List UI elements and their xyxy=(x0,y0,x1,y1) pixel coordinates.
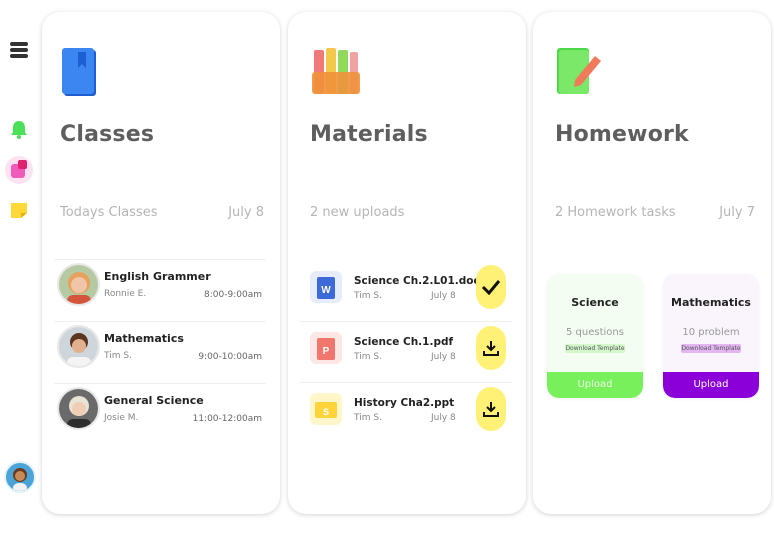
material-row[interactable]: S History Cha2.ppt Tim S. July 8 xyxy=(300,382,512,442)
svg-text:W: W xyxy=(321,285,331,296)
download-icon xyxy=(483,341,499,356)
book-icon xyxy=(62,48,96,96)
card-title: Materials xyxy=(310,122,428,147)
material-row[interactable]: W Science Ch.2.L01.doc Tim S. July 8 xyxy=(300,261,512,321)
menu-icon[interactable] xyxy=(10,42,28,58)
homework-task-card[interactable]: Mathematics 10 problem Download Template… xyxy=(663,274,759,398)
teacher-avatar xyxy=(57,387,100,430)
checkmark-button[interactable] xyxy=(476,265,506,309)
materials-card: Materials 2 new uploads W Science Ch.2.L… xyxy=(288,12,526,514)
homework-task-card[interactable]: Science 5 questions Download Template Up… xyxy=(547,274,643,398)
word-doc-icon: W xyxy=(310,271,342,303)
card-subtitle: Todays Classes July 8 xyxy=(60,205,264,220)
checkmark-icon xyxy=(481,280,501,295)
teacher-avatar xyxy=(57,263,100,306)
teacher-avatar xyxy=(57,325,100,368)
class-row[interactable]: Mathematics Tim S. 9:00-10:00am xyxy=(54,321,266,381)
bell-icon[interactable] xyxy=(8,118,30,140)
homework-card: Homework 2 Homework tasks July 7 Science… xyxy=(533,12,771,514)
slides-icon: S xyxy=(310,393,342,425)
materials-icon xyxy=(312,48,360,94)
card-subtitle: 2 new uploads xyxy=(310,205,405,220)
user-avatar[interactable] xyxy=(4,461,36,493)
class-row[interactable]: English Grammer Ronnie E. 8:00-9:00am xyxy=(54,259,266,319)
svg-text:P: P xyxy=(323,346,330,357)
notes-icon[interactable] xyxy=(5,156,33,184)
download-button[interactable] xyxy=(476,326,506,370)
card-subtitle: 2 Homework tasks July 7 xyxy=(555,205,755,220)
card-title: Classes xyxy=(60,122,155,147)
download-template-link[interactable]: Download Template xyxy=(565,344,625,353)
pdf-icon: P xyxy=(310,332,342,364)
download-button[interactable] xyxy=(476,387,506,431)
download-template-link[interactable]: Download Template xyxy=(681,344,741,353)
class-row[interactable]: General Science Josie M. 11:00-12:00am xyxy=(54,383,266,443)
sticky-note-icon[interactable] xyxy=(8,199,30,221)
card-title: Homework xyxy=(555,122,689,147)
sidebar xyxy=(0,0,40,534)
material-row[interactable]: P Science Ch.1.pdf Tim S. July 8 xyxy=(300,321,512,381)
upload-button[interactable]: Upload xyxy=(663,372,759,398)
upload-button[interactable]: Upload xyxy=(547,372,643,398)
svg-text:S: S xyxy=(323,407,329,417)
download-icon xyxy=(483,402,499,417)
classes-card: Classes Todays Classes July 8 English Gr… xyxy=(42,12,280,514)
notebook-pencil-icon xyxy=(557,48,601,94)
